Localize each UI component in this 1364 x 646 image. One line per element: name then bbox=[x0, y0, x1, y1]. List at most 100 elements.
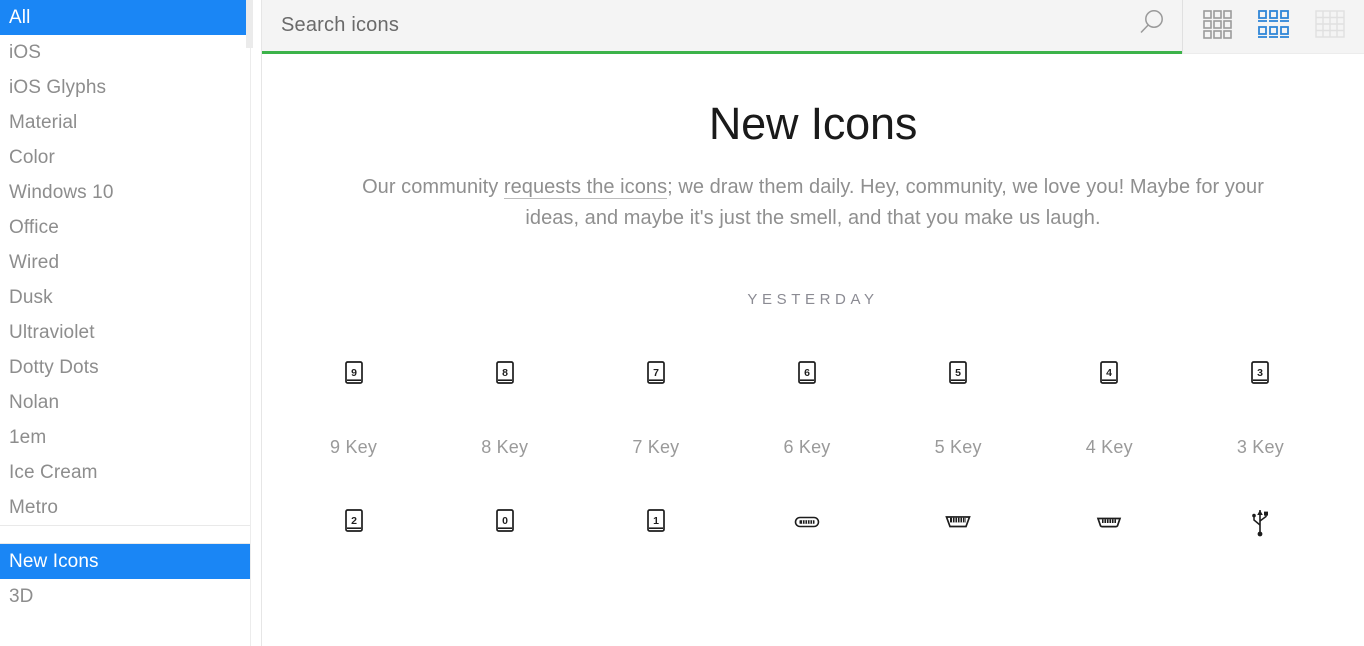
sidebar-item-ultraviolet[interactable]: Ultraviolet bbox=[0, 315, 250, 350]
sidebar-item-office[interactable]: Office bbox=[0, 210, 250, 245]
icon-cell[interactable]: 7 7 Key bbox=[580, 352, 731, 500]
view-mode-labeled-grid-button[interactable] bbox=[1248, 0, 1298, 54]
key-5-icon: 5 bbox=[943, 352, 973, 396]
icon-label: 4 Key bbox=[1085, 437, 1133, 458]
icon-label: 6 Key bbox=[783, 437, 831, 458]
icon-cell[interactable] bbox=[883, 500, 1034, 646]
sidebar-item-label: Ice Cream bbox=[9, 462, 98, 483]
sidebar-item-label: Wired bbox=[9, 252, 60, 273]
key-8-icon: 8 bbox=[490, 352, 520, 396]
sidebar-item-label: 1em bbox=[9, 427, 47, 448]
sidebar-item-label: Metro bbox=[9, 497, 59, 518]
icon-cell[interactable] bbox=[1034, 500, 1185, 646]
icon-cell[interactable]: 1 bbox=[580, 500, 731, 646]
icon-cell[interactable] bbox=[1185, 500, 1336, 646]
table-grid-icon bbox=[1314, 8, 1346, 45]
page-title: New Icons bbox=[708, 98, 918, 149]
search-button[interactable] bbox=[1120, 6, 1182, 45]
grid-labeled-icon bbox=[1256, 8, 1290, 45]
key-7-icon: 7 bbox=[641, 352, 671, 396]
usb-c-icon bbox=[792, 500, 822, 544]
svg-text:7: 7 bbox=[653, 367, 659, 379]
sidebar-item-all[interactable]: All bbox=[0, 0, 250, 35]
key-1-icon: 1 bbox=[641, 500, 671, 544]
sidebar-item-dotty-dots[interactable]: Dotty Dots bbox=[0, 350, 250, 385]
description-text-before: Our community bbox=[362, 176, 504, 199]
sidebar-item-dusk[interactable]: Dusk bbox=[0, 280, 250, 315]
sidebar-item-label: Office bbox=[9, 217, 59, 238]
sidebar-item-label: iOS bbox=[9, 42, 41, 63]
sidebar-item-ios[interactable]: iOS bbox=[0, 35, 250, 70]
svg-text:5: 5 bbox=[955, 367, 961, 379]
sidebar-item-label: New Icons bbox=[9, 551, 99, 572]
sidebar-item-metro[interactable]: Metro bbox=[0, 490, 250, 525]
icon-label: 8 Key bbox=[481, 437, 529, 458]
mini-usb-icon bbox=[1094, 500, 1124, 544]
icon-grid: 9 9 Key 8 8 Key 7 7 Key 6 6 Key 5 5 Key 4 4 Key 3 3 K… bbox=[262, 352, 1364, 646]
micro-usb-icon bbox=[943, 500, 973, 544]
icon-cell[interactable]: 9 9 Key bbox=[278, 352, 429, 500]
sidebar-item-ios-glyphs[interactable]: iOS Glyphs bbox=[0, 70, 250, 105]
svg-text:8: 8 bbox=[502, 367, 508, 379]
icon-cell[interactable]: 4 4 Key bbox=[1034, 352, 1185, 500]
key-2-icon: 2 bbox=[339, 500, 369, 544]
key-6-icon: 6 bbox=[792, 352, 822, 396]
group-label-yesterday: YESTERDAY bbox=[747, 291, 879, 309]
sidebar-item-1em[interactable]: 1em bbox=[0, 420, 250, 455]
app-root: All iOS iOS Glyphs Material Color Windows 10 O… bbox=[0, 0, 1364, 646]
icon-cell[interactable]: 6 6 Key bbox=[731, 352, 882, 500]
view-mode-grid-button[interactable] bbox=[1192, 0, 1242, 54]
sidebar-scroll-area[interactable]: All iOS iOS Glyphs Material Color Windows 10 O… bbox=[0, 0, 251, 646]
icon-cell[interactable]: 8 8 Key bbox=[429, 352, 580, 500]
sidebar-item-3d[interactable]: 3D bbox=[0, 579, 250, 614]
content-area: New Icons Our community requests the ico… bbox=[262, 54, 1364, 646]
search-bar[interactable] bbox=[262, 0, 1182, 54]
main-panel: New Icons Our community requests the ico… bbox=[262, 0, 1364, 646]
sidebar-item-label: Dotty Dots bbox=[9, 357, 99, 378]
sidebar-scrollbar-thumb[interactable] bbox=[246, 0, 253, 48]
sidebar-item-label: 3D bbox=[9, 586, 34, 607]
search-input[interactable] bbox=[281, 14, 1120, 37]
key-9-icon: 9 bbox=[339, 352, 369, 396]
sidebar-item-wired[interactable]: Wired bbox=[0, 245, 250, 280]
icon-cell[interactable]: 2 bbox=[278, 500, 429, 646]
view-mode-group bbox=[1182, 0, 1364, 54]
view-mode-table-button[interactable] bbox=[1305, 0, 1355, 54]
svg-text:3: 3 bbox=[1257, 367, 1263, 379]
svg-text:9: 9 bbox=[351, 367, 357, 379]
key-4-icon: 4 bbox=[1094, 352, 1124, 396]
sidebar-item-ice-cream[interactable]: Ice Cream bbox=[0, 455, 250, 490]
requests-the-icons-link[interactable]: requests the icons bbox=[503, 176, 668, 200]
search-icon bbox=[1134, 6, 1168, 45]
svg-text:1: 1 bbox=[653, 515, 659, 527]
sidebar-item-material[interactable]: Material bbox=[0, 105, 250, 140]
sidebar-item-label: Material bbox=[9, 112, 78, 133]
sidebar-item-label: Windows 10 bbox=[9, 182, 114, 203]
sidebar-item-label: Nolan bbox=[9, 392, 60, 413]
sidebar-item-label: Dusk bbox=[9, 287, 53, 308]
sidebar-scrollbar-track[interactable] bbox=[246, 0, 257, 150]
icon-cell[interactable]: 0 bbox=[429, 500, 580, 646]
icon-label: 5 Key bbox=[934, 437, 982, 458]
sidebar-item-nolan[interactable]: Nolan bbox=[0, 385, 250, 420]
usb-symbol-icon bbox=[1245, 500, 1275, 544]
key-0-icon: 0 bbox=[490, 500, 520, 544]
svg-text:2: 2 bbox=[351, 515, 357, 527]
svg-text:4: 4 bbox=[1106, 367, 1112, 379]
grid-3x3-icon bbox=[1201, 8, 1233, 45]
sidebar-item-label: iOS Glyphs bbox=[9, 77, 107, 98]
sidebar-item-label: All bbox=[9, 7, 31, 28]
svg-text:0: 0 bbox=[502, 515, 508, 527]
icon-cell[interactable] bbox=[731, 500, 882, 646]
key-3-icon: 3 bbox=[1245, 352, 1275, 396]
sidebar-item-label: Color bbox=[9, 147, 55, 168]
sidebar-item-label: Ultraviolet bbox=[9, 322, 95, 343]
sidebar-item-windows-10[interactable]: Windows 10 bbox=[0, 175, 250, 210]
icon-cell[interactable]: 5 5 Key bbox=[883, 352, 1034, 500]
icon-label: 7 Key bbox=[632, 437, 680, 458]
sidebar-item-new-icons[interactable]: New Icons bbox=[0, 544, 250, 579]
page-description: Our community requests the icons; we dra… bbox=[338, 172, 1288, 234]
icon-cell[interactable]: 3 3 Key bbox=[1185, 352, 1336, 500]
sidebar-item-color[interactable]: Color bbox=[0, 140, 250, 175]
